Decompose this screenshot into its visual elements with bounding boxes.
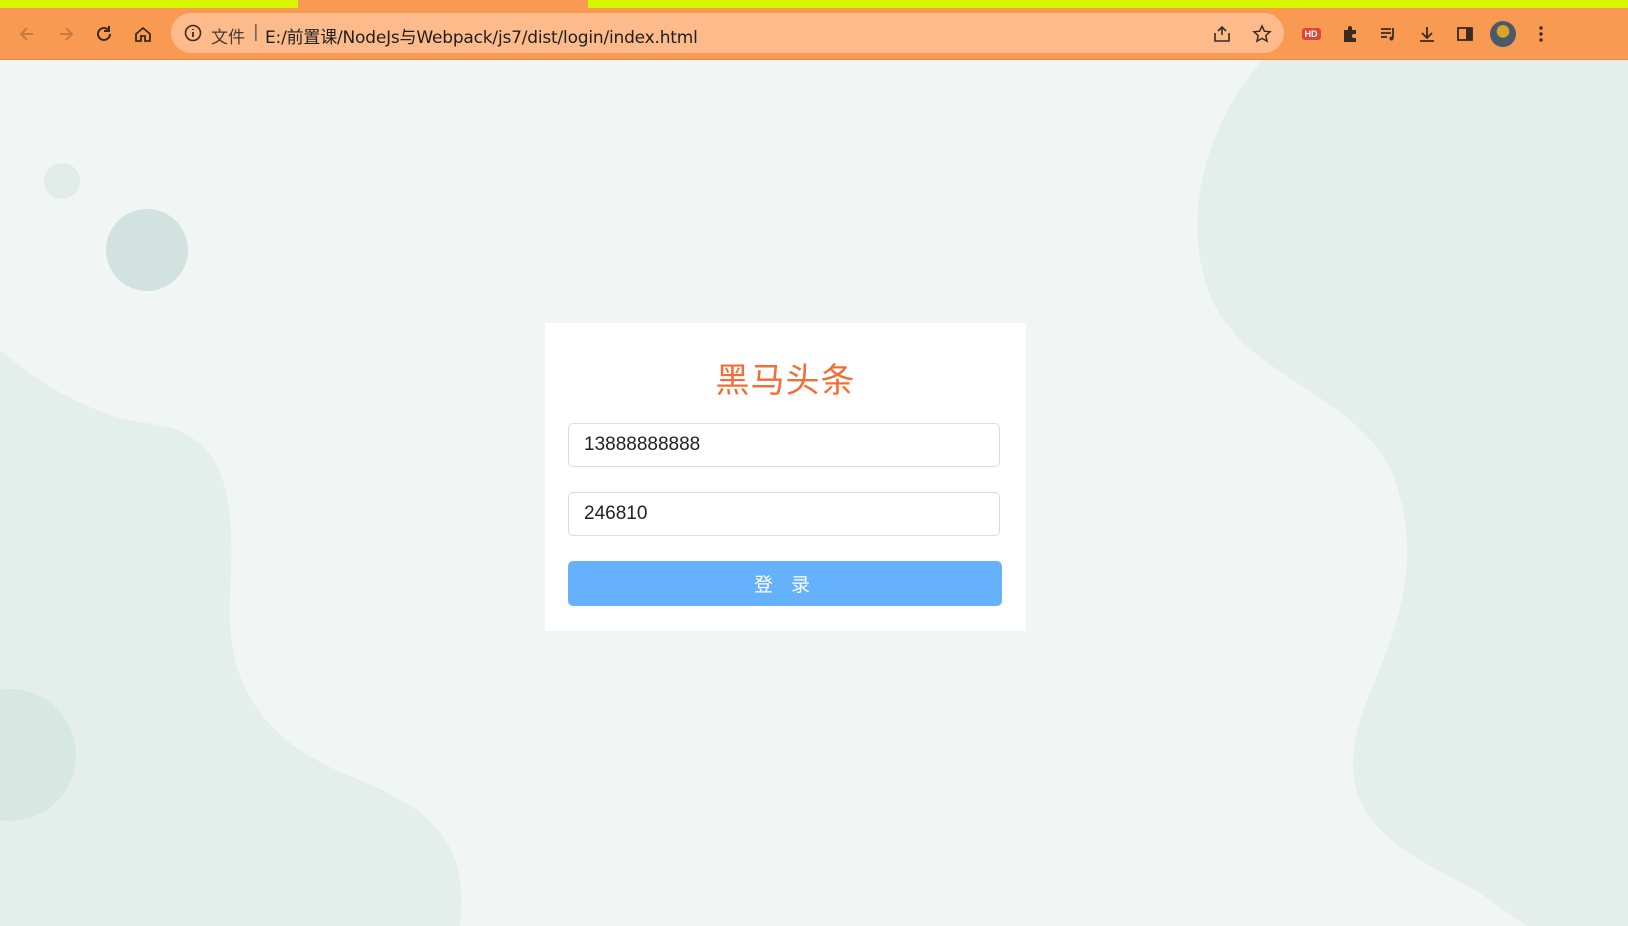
address-bar[interactable]: 文件 | E:/前置课/NodeJs与Webpack/js7/dist/logi… [171, 13, 1284, 53]
back-icon [19, 27, 33, 41]
home-button[interactable] [130, 21, 156, 47]
back-button[interactable] [14, 21, 40, 47]
url-separator: | [253, 22, 259, 42]
more-icon[interactable] [1528, 21, 1554, 47]
profile-avatar[interactable] [1490, 21, 1516, 47]
media-queue-icon[interactable] [1375, 21, 1401, 47]
download-icon[interactable] [1414, 21, 1440, 47]
browser-tab-strip [0, 0, 1628, 8]
login-button[interactable]: 登 录 [568, 561, 1002, 606]
login-title: 黑马头条 [715, 361, 856, 401]
reload-button[interactable] [91, 21, 117, 47]
star-icon[interactable] [1251, 23, 1273, 45]
forward-icon [60, 27, 74, 41]
forward-button[interactable] [53, 21, 79, 47]
login-card: 黑马头条 13888888888 246810 登 录 [545, 323, 1026, 631]
browser-toolbar: 文件 | E:/前置课/NodeJs与Webpack/js7/dist/logi… [0, 8, 1628, 60]
info-icon[interactable] [183, 23, 203, 47]
url-text[interactable]: E:/前置课/NodeJs与Webpack/js7/dist/login/ind… [265, 23, 698, 48]
extension-puzzle-icon[interactable] [1337, 21, 1363, 47]
reload-icon [97, 26, 111, 41]
active-tab[interactable] [298, 0, 588, 8]
phone-input[interactable]: 13888888888 [568, 423, 1000, 467]
verification-code-input[interactable]: 246810 [568, 492, 1000, 536]
hd-extension-icon[interactable]: HD [1298, 21, 1324, 47]
page-viewport: 黑马头条 13888888888 246810 登 录 [0, 60, 1628, 926]
url-scheme-label: 文件 [211, 28, 245, 48]
side-panel-icon[interactable] [1452, 21, 1478, 47]
share-icon[interactable] [1211, 23, 1233, 45]
home-icon [135, 26, 151, 42]
avatar [1490, 21, 1516, 47]
